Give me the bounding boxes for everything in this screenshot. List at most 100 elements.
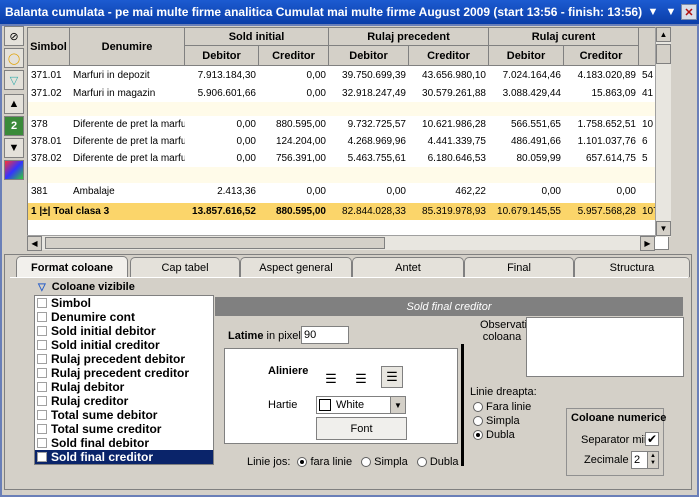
- table-row[interactable]: 371.01 Marfuri in depozit 7.913.184,30 0…: [28, 66, 668, 85]
- horizontal-scrollbar[interactable]: ◀ ▶: [27, 235, 655, 251]
- observatii-textarea[interactable]: [526, 317, 684, 377]
- scroll-thumb-h[interactable]: [45, 237, 385, 249]
- header-rp-creditor[interactable]: Creditor: [409, 46, 489, 66]
- cancel-icon[interactable]: ⊘: [4, 26, 24, 46]
- list-item[interactable]: Rulaj debitor: [35, 380, 213, 394]
- scroll-thumb[interactable]: [656, 44, 671, 64]
- list-item[interactable]: Simbol: [35, 296, 213, 310]
- tab-format-coloane[interactable]: Format coloane: [16, 256, 128, 278]
- align-center-icon[interactable]: ☰: [350, 368, 372, 390]
- checkbox[interactable]: [37, 452, 47, 462]
- spacer-row: [28, 167, 668, 183]
- table-row[interactable]: 371.02 Marfuri in magazin 5.906.601,66 0…: [28, 85, 668, 102]
- table-row[interactable]: 378 Diferente de pret la marfuri 0,00 88…: [28, 116, 668, 133]
- checkbox[interactable]: [37, 340, 47, 350]
- header-si-debitor[interactable]: Debitor: [185, 46, 259, 66]
- latime-input[interactable]: 90: [301, 326, 349, 344]
- checkbox[interactable]: [37, 326, 47, 336]
- scroll-down-icon[interactable]: ▼: [656, 221, 671, 236]
- balance-grid: Simbol Denumire Sold initial Rulaj prece…: [27, 27, 669, 250]
- header-simbol[interactable]: Simbol: [28, 28, 70, 66]
- checkbox[interactable]: [37, 312, 47, 322]
- level-icon[interactable]: 2: [4, 116, 24, 136]
- header-sold-initial[interactable]: Sold initial: [185, 28, 329, 46]
- checkbox[interactable]: [37, 382, 47, 392]
- checkbox[interactable]: [37, 438, 47, 448]
- list-item[interactable]: Total sume creditor: [35, 422, 213, 436]
- scroll-up-icon[interactable]: ▲: [656, 27, 671, 42]
- zecimale-spinner[interactable]: 2 ▲ ▼: [631, 451, 659, 469]
- checkbox[interactable]: [37, 298, 47, 308]
- radio[interactable]: [473, 430, 483, 441]
- list-item[interactable]: Rulaj precedent creditor: [35, 366, 213, 380]
- section-title: Coloane vizibile: [51, 281, 135, 293]
- restore-icon[interactable]: ▼: [663, 4, 679, 20]
- list-item[interactable]: Sold initial creditor: [35, 338, 213, 352]
- scroll-right-icon[interactable]: ▶: [640, 236, 655, 251]
- linie-dreapta-dubla[interactable]: Dubla: [473, 429, 515, 441]
- radio[interactable]: [361, 457, 372, 468]
- tab-final[interactable]: Final: [464, 257, 574, 277]
- expand-up-icon[interactable]: ▲: [4, 94, 24, 114]
- header-rulaj-curent[interactable]: Rulaj curent: [489, 28, 639, 46]
- checkbox[interactable]: [37, 424, 47, 434]
- tab-aspect-general[interactable]: Aspect general: [240, 257, 352, 277]
- header-rulaj-precedent[interactable]: Rulaj precedent: [329, 28, 489, 46]
- tab-antet[interactable]: Antet: [352, 257, 464, 277]
- columns-list[interactable]: Simbol Denumire cont Sold initial debito…: [34, 295, 214, 465]
- list-item[interactable]: Total sume debitor: [35, 408, 213, 422]
- filter-icon[interactable]: ▽: [4, 70, 24, 90]
- linie-dreapta-fara[interactable]: Fara linie: [473, 401, 531, 413]
- separator-checkbox[interactable]: ✔: [645, 432, 659, 446]
- align-left-icon[interactable]: ☰: [320, 368, 342, 390]
- list-item[interactable]: Sold initial debitor: [35, 324, 213, 338]
- checkbox[interactable]: [37, 354, 47, 364]
- column-panel-title: Sold final creditor: [215, 297, 683, 316]
- header-rp-debitor[interactable]: Debitor: [329, 46, 409, 66]
- list-item-selected[interactable]: Sold final creditor: [35, 450, 213, 464]
- hartie-select[interactable]: White ▼: [316, 396, 406, 414]
- observatii-label: Observatii coloana: [480, 319, 530, 343]
- linie-dreapta-simpla[interactable]: Simpla: [473, 415, 520, 427]
- checkbox[interactable]: [37, 368, 47, 378]
- linie-jos-fara[interactable]: fara linie: [297, 456, 352, 468]
- radio[interactable]: [297, 457, 308, 468]
- list-item[interactable]: Rulaj precedent debitor: [35, 352, 213, 366]
- tab-cap-tabel[interactable]: Cap tabel: [130, 257, 240, 277]
- font-button[interactable]: Font: [316, 417, 407, 440]
- circle-icon[interactable]: ◯: [4, 48, 24, 68]
- header-si-creditor[interactable]: Creditor: [259, 46, 329, 66]
- list-item[interactable]: Rulaj creditor: [35, 394, 213, 408]
- total-row[interactable]: 1 |±| Toal clasa 3 13.857.616,52 880.595…: [28, 203, 668, 220]
- vertical-scrollbar[interactable]: ▲ ▼: [655, 27, 671, 237]
- list-item[interactable]: Denumire cont: [35, 310, 213, 324]
- radio[interactable]: [416, 457, 427, 468]
- linie-dreapta-label: Linie dreapta:: [470, 386, 537, 398]
- header-rc-creditor[interactable]: Creditor: [564, 46, 639, 66]
- aliniere-label: Aliniere: [268, 365, 309, 377]
- header-denumire[interactable]: Denumire: [70, 28, 185, 66]
- scroll-left-icon[interactable]: ◀: [27, 236, 42, 251]
- table-row[interactable]: 378.02 Diferente de pret la marfuri 0,00…: [28, 150, 668, 167]
- color-palette-icon[interactable]: [4, 160, 24, 180]
- list-item[interactable]: Sold final debitor: [35, 436, 213, 450]
- linie-jos-dubla[interactable]: Dubla: [416, 456, 459, 468]
- minimize-icon[interactable]: ▼: [645, 4, 661, 20]
- table-row[interactable]: 381 Ambalaje 2.413,36 0,00 0,00 462,22 0…: [28, 183, 668, 200]
- column-right-line-preview: [461, 344, 464, 466]
- expand-down-icon[interactable]: ▼: [4, 138, 24, 158]
- header-rc-debitor[interactable]: Debitor: [489, 46, 564, 66]
- close-icon[interactable]: ✕: [681, 4, 697, 20]
- radio[interactable]: [473, 416, 483, 427]
- checkbox[interactable]: [37, 410, 47, 420]
- checkbox[interactable]: [37, 396, 47, 406]
- spinner-arrows-icon[interactable]: ▲ ▼: [647, 452, 658, 468]
- chevron-down-icon: ▽: [38, 281, 46, 293]
- table-row[interactable]: 378.01 Diferente de pret la marfuri 0,00…: [28, 133, 668, 150]
- dropdown-arrow-icon[interactable]: ▼: [390, 397, 405, 413]
- linie-jos-simpla[interactable]: Simpla: [361, 456, 408, 468]
- radio[interactable]: [473, 402, 483, 413]
- section-coloane-vizibile[interactable]: ▽ Coloane vizibile: [38, 281, 135, 293]
- align-right-icon[interactable]: ☰: [381, 366, 403, 388]
- tab-structura[interactable]: Structura: [574, 257, 690, 277]
